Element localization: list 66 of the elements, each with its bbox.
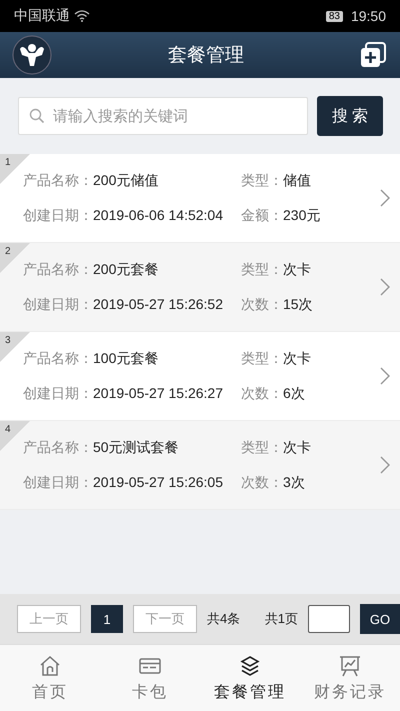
field-value: 230元 — [283, 206, 320, 222]
field-value: 2019-06-06 14:52:04 — [93, 206, 223, 222]
field-label: 类型： — [241, 438, 283, 454]
field-value: 100元套餐 — [93, 350, 158, 366]
chevron-icon — [380, 278, 390, 296]
field-value: 200元套餐 — [93, 260, 158, 276]
chevron-icon — [380, 456, 390, 474]
row-number: 2 — [5, 246, 11, 257]
add-icon[interactable] — [360, 42, 386, 68]
field-value: 50元测试套餐 — [93, 438, 179, 454]
row-number: 3 — [5, 335, 11, 346]
field-label: 产品名称： — [23, 350, 93, 366]
package-row[interactable]: 4 产品名称：50元测试套餐 类型：次卡 创建日期：2019-05-27 15:26:05 次数：3次 — [0, 421, 400, 510]
field-label: 次数： — [241, 296, 283, 312]
field-label: 创建日期： — [23, 206, 93, 222]
carrier-name: 中国联通 — [14, 7, 70, 25]
search-field[interactable]: 请输入搜索的关键词 — [18, 97, 308, 135]
package-row[interactable]: 3 产品名称：100元套餐 类型：次卡 创建日期：2019-05-27 15:26:27 次数：6次 — [0, 332, 400, 421]
row-number: 4 — [5, 424, 11, 435]
page-title: 套餐管理 — [167, 44, 245, 68]
field-value: 次卡 — [283, 438, 311, 454]
package-row[interactable]: 2 产品名称：200元套餐 类型：次卡 创建日期：2019-05-27 15:26:52 次数：15次 — [0, 243, 400, 332]
avatar-icon[interactable] — [12, 35, 52, 75]
go-button[interactable]: GO — [360, 604, 400, 634]
search-icon — [29, 108, 45, 124]
item-count: 共4条 — [207, 610, 240, 628]
field-label: 类型： — [241, 350, 283, 366]
wifi-icon — [74, 10, 90, 22]
tab-item[interactable]: 卡包 — [100, 645, 200, 711]
tab-item[interactable]: 套餐管理 — [200, 645, 300, 711]
row-number: 1 — [5, 157, 11, 168]
field-label: 产品名称： — [23, 260, 93, 276]
field-value: 15次 — [283, 296, 313, 312]
clock: 19:50 — [350, 8, 386, 24]
chevron-icon — [380, 367, 390, 385]
layers-icon — [238, 654, 262, 678]
field-label: 次数： — [241, 384, 283, 400]
field-label: 创建日期： — [23, 474, 93, 490]
field-label: 创建日期： — [23, 296, 93, 312]
field-value: 200元储值 — [93, 172, 158, 188]
field-label: 类型： — [241, 260, 283, 276]
tab-item[interactable]: 首页 — [0, 645, 100, 711]
field-label: 创建日期： — [23, 384, 93, 400]
field-value: 6次 — [283, 384, 305, 400]
chevron-icon — [380, 189, 390, 207]
field-value: 次卡 — [283, 260, 311, 276]
field-value: 次卡 — [283, 350, 311, 366]
field-label: 产品名称： — [23, 172, 93, 188]
search-button[interactable]: 搜 索 — [317, 96, 383, 136]
package-row[interactable]: 1 产品名称：200元储值 类型：储值 创建日期：2019-06-06 14:52:04 金额：230元 — [0, 154, 400, 243]
field-value: 2019-05-27 15:26:05 — [93, 474, 223, 490]
tab-item[interactable]: 财务记录 — [300, 645, 400, 711]
field-label: 金额： — [241, 206, 283, 222]
field-value: 2019-05-27 15:26:52 — [93, 296, 223, 312]
field-label: 类型： — [241, 172, 283, 188]
page-number-button[interactable]: 1 — [91, 605, 123, 633]
chart-board-icon — [338, 654, 362, 678]
field-value: 3次 — [283, 474, 305, 490]
field-value: 2019-05-27 15:26:27 — [93, 384, 223, 400]
page-count: 共1页 — [264, 610, 298, 628]
field-value: 储值 — [283, 172, 311, 188]
battery-level: 83 — [326, 10, 343, 22]
home-icon — [38, 654, 62, 678]
field-label: 次数： — [241, 474, 283, 490]
page-input[interactable] — [308, 605, 350, 633]
field-label: 产品名称： — [23, 438, 93, 454]
